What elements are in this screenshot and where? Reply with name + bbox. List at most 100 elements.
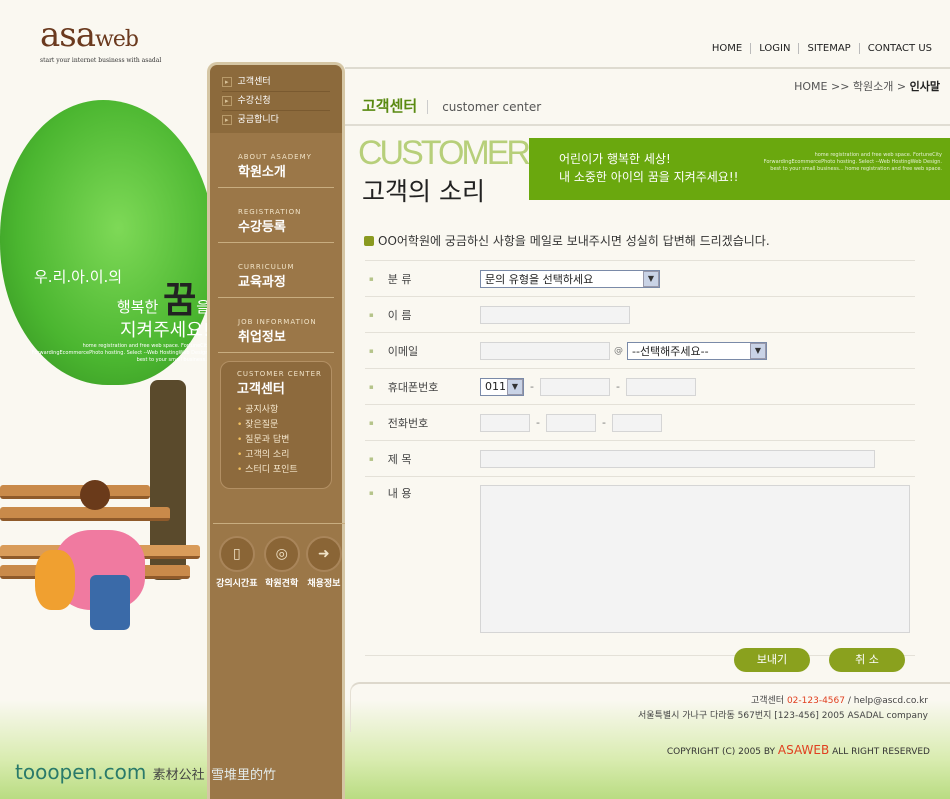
quick-label: 채용정보 (307, 579, 341, 589)
sidebar-item-job[interactable]: JOB INFORMATION 취업정보 (218, 298, 334, 353)
intro-text: OO어학원에 궁금하신 사항을 메일로 보내주시면 성실히 답변해 드리겠습니다… (364, 232, 770, 249)
arrow-icon: ▸ (222, 115, 232, 125)
mobile-last-input[interactable] (625, 377, 696, 396)
page-subtitle: customer center (427, 100, 542, 114)
sidebar-item-curriculum[interactable]: CURRICULUM 교육과정 (218, 243, 334, 298)
copy-pre: COPYRIGHT (C) 2005 BY (666, 747, 778, 757)
cancel-button[interactable]: 취 소 (829, 648, 905, 672)
section-heading: 고객의 소리 (362, 177, 485, 206)
intro-label: OO어학원에 궁금하신 사항을 메일로 보내주시면 성실히 답변해 드리겠습니다… (378, 234, 770, 248)
menu-en: CURRICULUM (238, 263, 295, 271)
sidebar: ▸ 고객센터 ▸ 수강신청 ▸ 궁금합니다 ABOUT ASADEMY 학원소개 REG… (207, 62, 345, 799)
select-value: 문의 유형을 선택하세요 (485, 272, 594, 286)
banner: 어린이가 행복한 세상! 내 소중한 아이의 꿈을 지켜주세요!! home r… (529, 138, 950, 200)
quick-tour[interactable]: ◎ 학원견학 (263, 536, 300, 589)
send-button[interactable]: 보내기 (734, 648, 810, 672)
label: 전화번호 (365, 415, 480, 431)
email-id-input[interactable] (480, 341, 610, 360)
nav-contact[interactable]: CONTACT US (858, 43, 940, 54)
content-textarea[interactable] (480, 485, 910, 633)
customer-heading: CUSTOMER (358, 134, 531, 172)
cc-faq[interactable]: 잦은질문 (237, 418, 331, 433)
arrow-icon: ▸ (222, 96, 232, 106)
email-domain-select[interactable]: --선택해주세요-- ▼ (627, 341, 767, 360)
dash: - (530, 380, 534, 393)
submenu-item[interactable]: ▸ 수강신청 (222, 92, 330, 111)
mobile-prefix-select[interactable]: 011 ▼ (480, 377, 524, 396)
watermark-site: tooopen.com (15, 760, 147, 784)
sidebar-customer-center: CUSTOMER CENTER 고객센터 공지사항 잦은질문 질문과 답변 고객… (220, 361, 332, 489)
breadcrumb-path[interactable]: HOME >> 학원소개 > (794, 80, 910, 93)
quick-jobs[interactable]: ➜ 채용정보 (305, 536, 342, 589)
footer-address: 서울특별시 가나구 다라동 567번지 [123-456] 2005 ASADA… (638, 711, 928, 721)
menu-en: ABOUT ASADEMY (238, 153, 312, 161)
menu-en: REGISTRATION (238, 208, 302, 216)
cc-study-point[interactable]: 스터디 포인트 (237, 463, 331, 478)
chevron-down-icon: ▼ (750, 342, 766, 359)
submenu-item[interactable]: ▸ 고객센터 (222, 73, 330, 92)
footer-info: 고객센터 02-123-4567 / help@ascd.co.kr 서울특별시… (350, 682, 950, 732)
subject-input[interactable] (480, 449, 875, 468)
tour-icon: ◎ (263, 536, 300, 572)
divider (345, 67, 950, 69)
logo[interactable]: asaweb start your internet business with… (40, 18, 170, 64)
breadcrumb: HOME >> 학원소개 > 인사말 (794, 78, 940, 94)
row-email: 이메일 @ --선택해주세요-- ▼ (365, 332, 915, 368)
footer-email[interactable]: / help@ascd.co.kr (845, 696, 928, 706)
row-category: 분 류 문의 유형을 선택하세요 ▼ (365, 260, 915, 296)
label: 내 용 (365, 485, 480, 501)
quick-timetable[interactable]: ▯ 강의시간표 (216, 536, 258, 589)
bullet-icon (364, 236, 374, 246)
copyright: COPYRIGHT (C) 2005 BY ASAWEB ALL RIGHT R… (667, 743, 930, 757)
quick-links: ▯ 강의시간표 ◎ 학원견학 ➜ 채용정보 (213, 523, 345, 589)
phone-area-input[interactable] (480, 413, 530, 432)
dash: - (601, 416, 606, 429)
dash: - (536, 416, 540, 429)
cc-qna[interactable]: 질문과 답변 (237, 433, 331, 448)
logo-main: asa (40, 15, 96, 55)
nav-home[interactable]: HOME (704, 43, 750, 54)
sidebar-menu: ABOUT ASADEMY 학원소개 REGISTRATION 수강등록 CURRI… (210, 133, 342, 497)
menu-en: JOB INFORMATION (238, 318, 317, 326)
cc-ko[interactable]: 고객센터 (237, 378, 331, 397)
footer-center: 고객센터 (750, 696, 787, 706)
category-select[interactable]: 문의 유형을 선택하세요 ▼ (480, 269, 660, 288)
menu-ko: 수강등록 (238, 220, 286, 235)
logo-tagline: start your internet business with asadal (40, 57, 162, 64)
menu-ko: 교육과정 (238, 275, 286, 290)
slogan-line3: 지켜주세요! (119, 320, 210, 341)
nav-sitemap[interactable]: SITEMAP (798, 43, 858, 54)
name-input[interactable] (480, 305, 630, 324)
label: 휴대폰번호 (365, 379, 480, 395)
logo-sub: web (95, 27, 139, 52)
label: 제 목 (365, 451, 480, 467)
slogan-dream: 꿈 (163, 280, 197, 321)
phone-last-input[interactable] (611, 413, 662, 432)
cc-voice[interactable]: 고객의 소리 (237, 448, 331, 463)
at-sign: @ (614, 345, 623, 356)
select-value: --선택해주세요-- (632, 344, 709, 358)
page-title-ko: 고객센터 (362, 97, 418, 115)
watermark-extra: 雪堆里的竹 (211, 768, 277, 783)
phone-middle-input[interactable] (545, 413, 596, 432)
submenu-item[interactable]: ▸ 궁금합니다 (222, 111, 330, 130)
inquiry-form: 분 류 문의 유형을 선택하세요 ▼ 이 름 이메일 @ --선택해주세요-- ▼ 휴… (365, 260, 915, 656)
sidebar-item-about[interactable]: ABOUT ASADEMY 학원소개 (218, 133, 334, 188)
sidebar-item-registration[interactable]: REGISTRATION 수강등록 (218, 188, 334, 243)
banner-small: home registration and free web space. Fo… (763, 152, 942, 172)
footer-phone: 02-123-4567 (786, 696, 845, 706)
row-content: 내 용 (365, 476, 915, 656)
row-subject: 제 목 (365, 440, 915, 476)
menu-ko: 학원소개 (238, 165, 286, 180)
page-title: 고객센터 customer center (362, 95, 542, 116)
tree-slogan: 우.리.아.이.의 행복한 꿈을 지켜주세요! home registratio… (20, 265, 210, 364)
dash: - (615, 380, 620, 393)
breadcrumb-current: 인사말 (909, 80, 940, 93)
row-phone: 전화번호 - - (365, 404, 915, 440)
nav-login[interactable]: LOGIN (750, 43, 798, 54)
mobile-middle-input[interactable] (539, 377, 610, 396)
submenu-label: 수강신청 (237, 96, 271, 106)
copy-brand: ASAWEB (777, 743, 830, 757)
copy-post: ALL RIGHT RESERVED (829, 747, 930, 757)
cc-notice[interactable]: 공지사항 (237, 403, 331, 418)
